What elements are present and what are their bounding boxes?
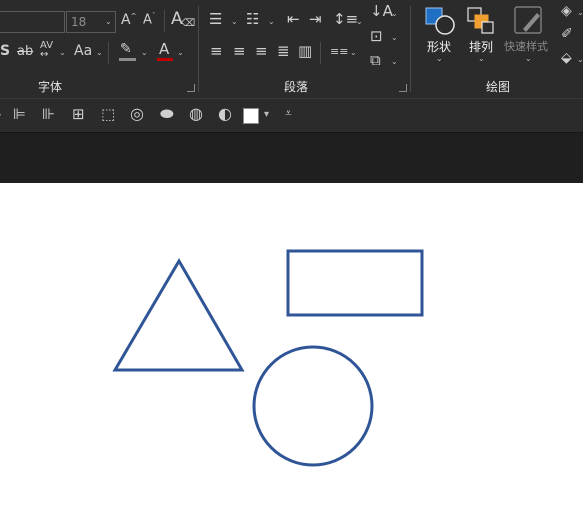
decrease-indent-icon[interactable]: ⇤ [287,12,300,27]
slide-shapes-layer [112,249,424,467]
strikethrough-button[interactable]: ab [17,45,33,58]
combine-shapes-icon[interactable]: ◍ [189,106,203,122]
chevron-down-icon: ▾ [264,109,270,120]
arrange-label: 排列 [469,40,494,54]
quick-styles-icon [514,6,542,34]
align-middle-objects-icon[interactable]: ⊞ [72,107,85,122]
chevron-down-icon: ⌄ [577,55,583,64]
divider [108,42,109,64]
circle-shape[interactable] [252,345,374,467]
highlight-pen-icon[interactable]: ✎ [120,42,132,56]
increase-indent-icon[interactable]: ⇥ [309,12,322,27]
chevron-down-icon: ⌄ [525,54,532,63]
arrange-button[interactable]: 排列 ⌄ [462,4,502,66]
decrease-font-size-icon[interactable]: Aˇ [143,13,155,27]
toolbar-separator-icon: · [0,109,2,121]
distributed-icon[interactable]: ▥ [298,44,312,59]
chevron-down-icon: ⌄ [391,9,398,18]
align-left-objects-icon[interactable]: ⊫ [13,107,26,122]
merge-shapes-icon[interactable]: ◎ [130,106,144,122]
font-group-label: 字体 [38,80,63,94]
arrange-icon [467,7,494,34]
paragraph-dialog-launcher[interactable] [399,84,407,92]
customize-toolbar-icon[interactable]: ⩡ [285,107,292,119]
line-spacing-icon[interactable]: ↕≡ [333,12,358,27]
font-color-bar [157,58,173,61]
columns-icon[interactable]: ≡≡ [330,46,348,57]
quick-styles-button[interactable]: 快速样式 ⌄ [503,4,555,66]
quick-styles-label: 快速样式 [504,40,548,53]
ribbon-bottom-strip [0,132,583,184]
numbering-icon[interactable]: ☷ [246,12,259,27]
chevron-down-icon: ⌄ [577,8,583,17]
font-size-value: 18 [71,15,87,29]
align-text-icon[interactable]: ⊡ [370,29,383,44]
align-left-icon[interactable]: ≡ [210,44,223,59]
shape-fill-icon[interactable]: ◈ [561,4,572,18]
chevron-down-icon: ⌄ [391,33,398,42]
group-objects-icon[interactable]: ⬚ [101,107,115,122]
shape-outline-icon[interactable]: ✐ [561,27,573,41]
intersect-shapes-icon[interactable]: ◐ [218,106,232,122]
eraser-icon: ⌫ [181,18,196,29]
chevron-down-icon: ⌄ [436,54,443,63]
shapes-icon [425,7,455,35]
secondary-toolbar: · ⊫ ⊪ ⊞ ⬚ ◎ ⬬ ◍ ◐ ▾ ⩡ [0,98,583,133]
drawing-group-label: 绘图 [486,80,511,94]
divider [164,10,165,32]
group-divider [198,6,199,92]
font-color-icon[interactable]: A [159,42,169,57]
chevron-down-icon: ⌄ [177,48,184,57]
increase-font-size-icon[interactable]: A^ [121,13,136,27]
shapes-button[interactable]: 形状 ⌄ [420,4,460,66]
chevron-down-icon: ⌄ [478,54,485,63]
font-dialog-launcher[interactable] [187,84,195,92]
change-case-button[interactable]: Aa [74,44,92,58]
align-right-icon[interactable]: ≡ [255,44,268,59]
font-name-combobox[interactable] [0,11,65,33]
chevron-down-icon: ⌄ [391,57,398,66]
chevron-down-icon: ⌄ [105,17,112,26]
highlight-color-bar [119,58,136,61]
align-center-objects-icon[interactable]: ⊪ [42,107,55,122]
chevron-down-icon: ⌄ [231,17,238,26]
divider [320,42,321,64]
chevron-down-icon: ⌄ [350,48,357,57]
chevron-down-icon: ⌄ [96,48,103,57]
rectangle-shape[interactable] [286,249,424,317]
text-direction-icon[interactable]: ↓A [370,4,393,19]
triangle-shape[interactable] [112,258,245,372]
group-divider [410,6,411,92]
bullets-icon[interactable]: ☰ [209,12,222,27]
spacing-arrow-icon: ↔ [40,49,49,60]
slide-canvas[interactable] [0,183,583,512]
shapes-label: 形状 [427,40,452,54]
color-swatch[interactable] [243,108,259,124]
shape-effects-icon[interactable]: ⬙ [561,51,572,65]
chevron-down-icon: ⌄ [59,48,66,57]
chevron-down-icon: ⌄ [268,17,275,26]
font-size-combobox[interactable]: 18 ⌄ [66,11,116,33]
align-center-icon[interactable]: ≡ [233,44,246,59]
smartart-icon[interactable]: ⧉ [370,53,381,68]
shadow-text-button[interactable]: S [0,44,10,58]
paragraph-group-label: 段落 [284,80,309,94]
chevron-down-icon: ⌄ [356,17,363,26]
union-shapes-icon[interactable]: ⬬ [160,106,174,122]
justify-icon[interactable]: ≣ [277,44,290,59]
chevron-down-icon: ⌄ [141,48,148,57]
ribbon: 18 ⌄ A^ Aˇ A ⌫ S ab AV ↔ ⌄ Aa ⌄ ✎ ⌄ A ⌄ … [0,0,583,98]
